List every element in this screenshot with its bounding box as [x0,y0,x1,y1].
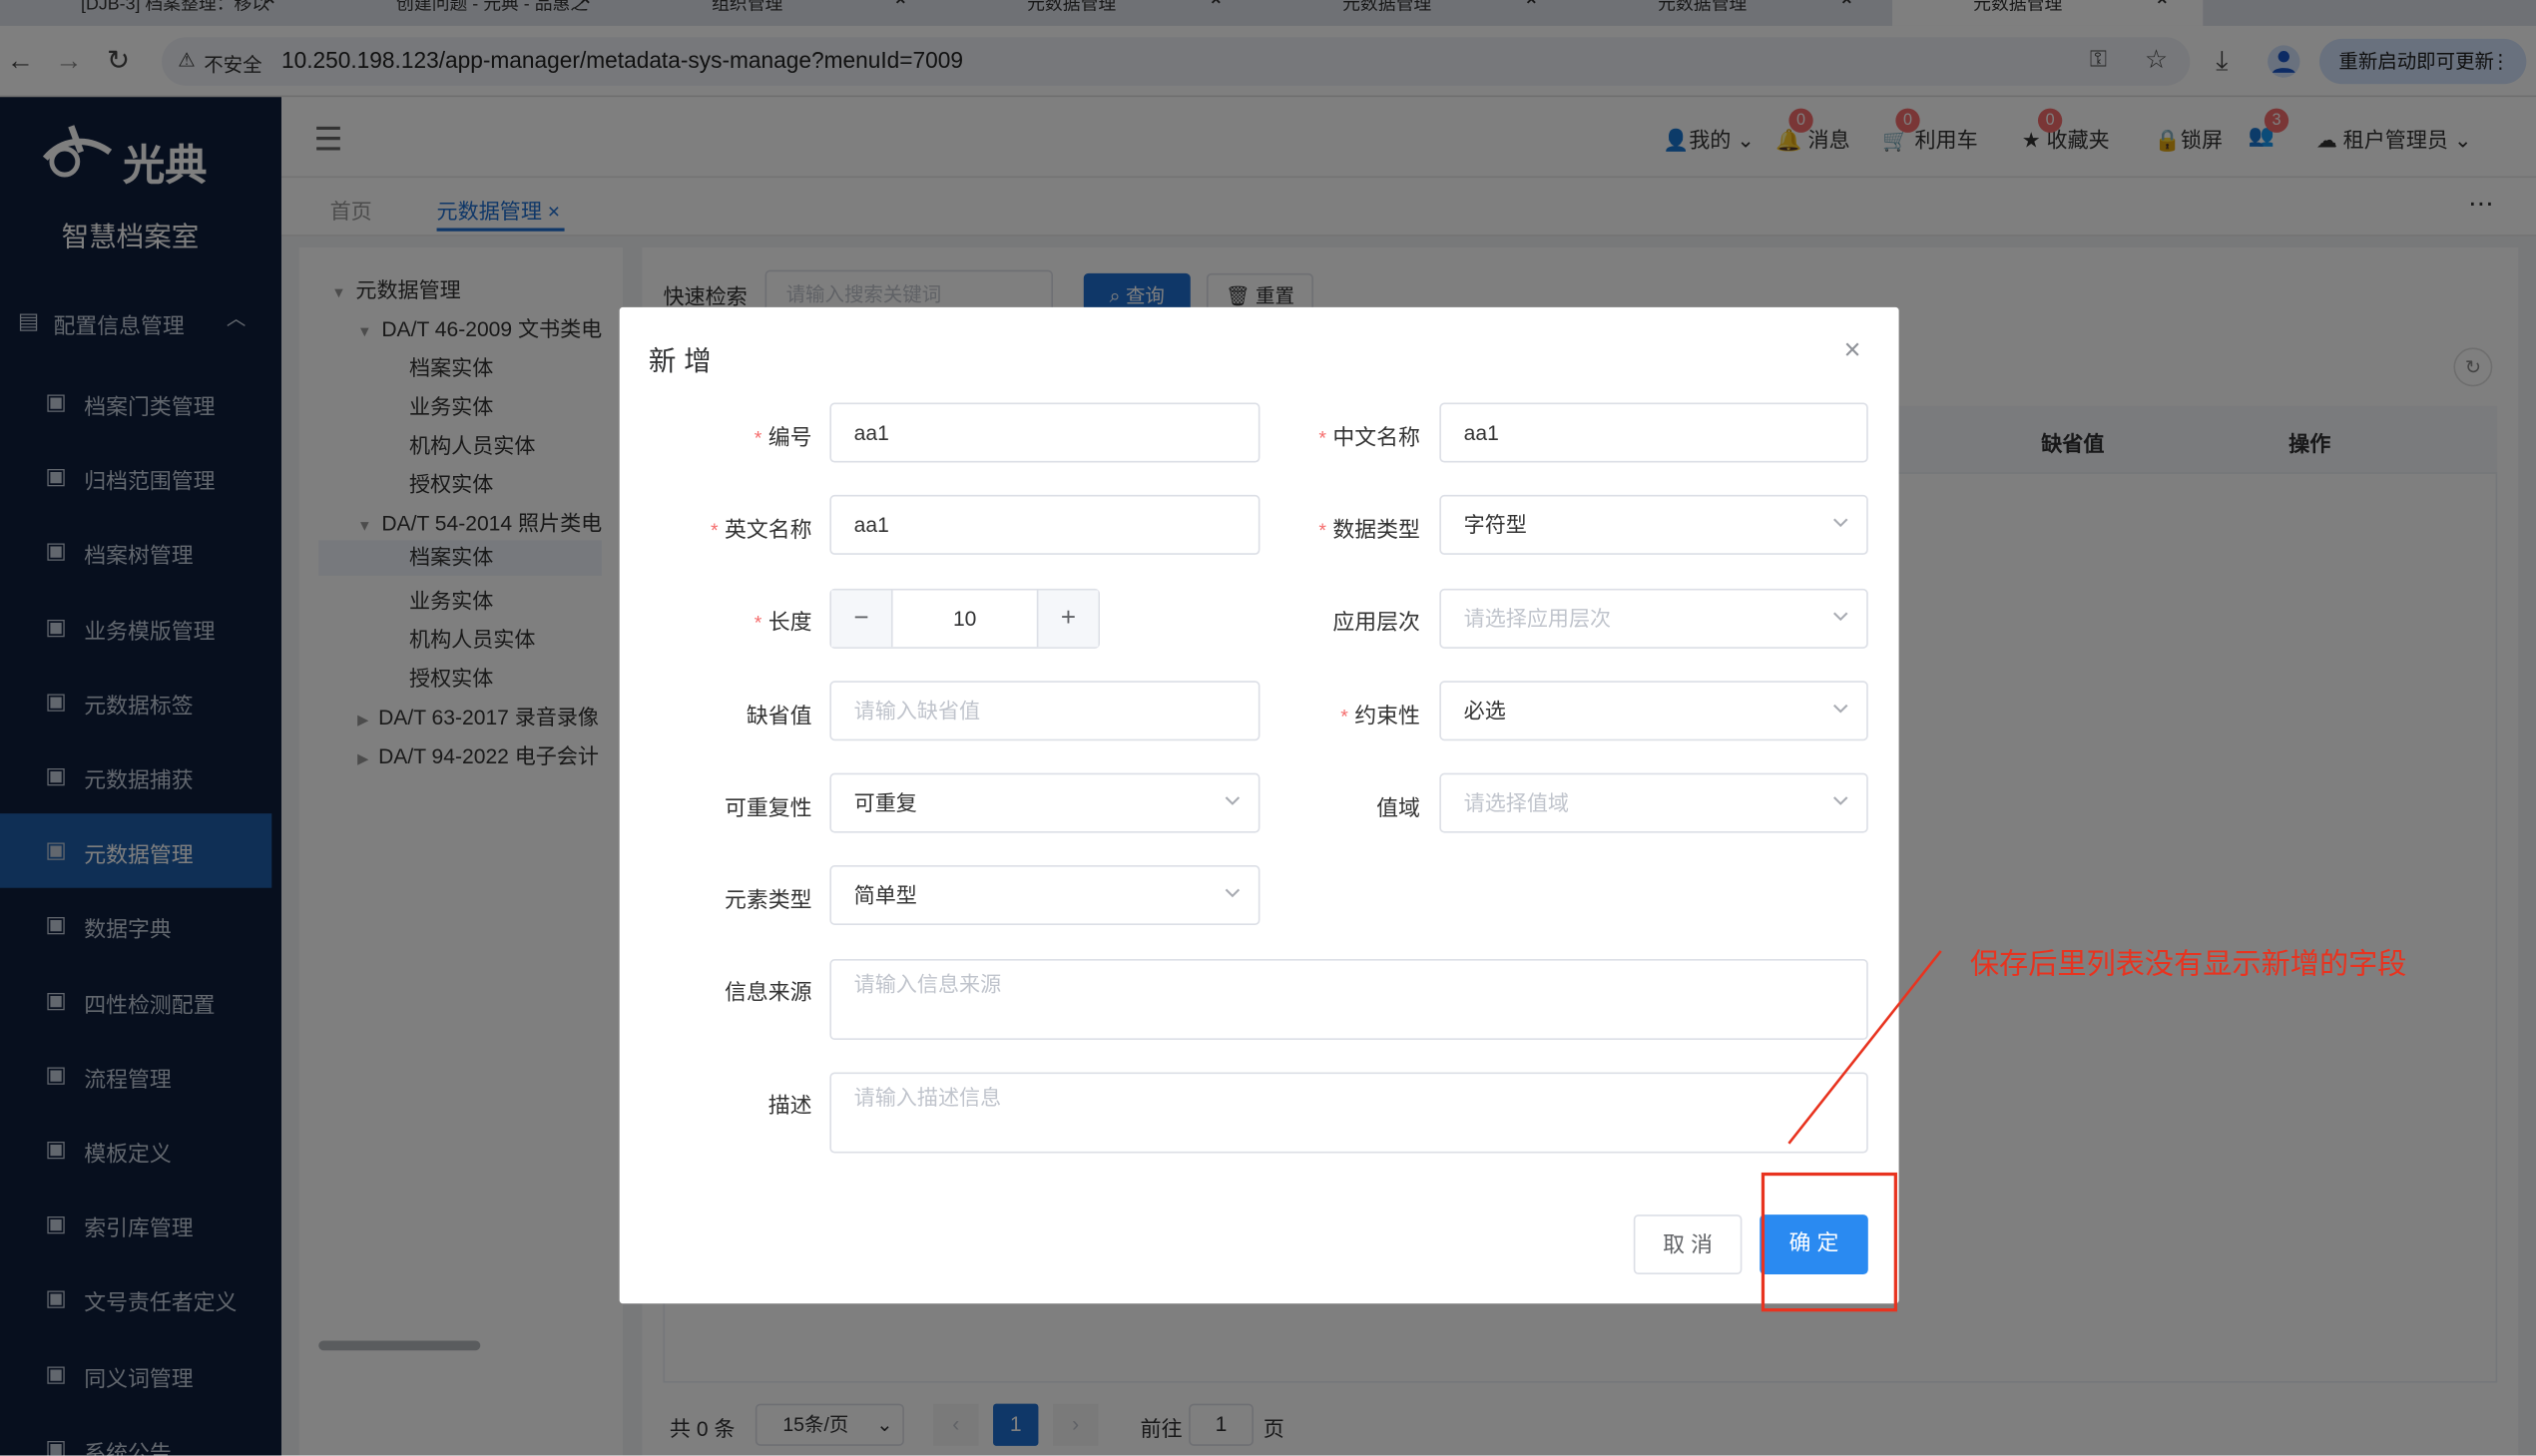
data-type-select[interactable]: 字符型 [1439,494,1868,555]
add-dialog: 新 增 × * 编号 aa1 * 中文名称 aa1 * 英文名称 aa1 * 数据类型 … [619,306,1899,1304]
data-type-label: * 数据类型 [1318,517,1420,542]
constraint-label: * 约束性 [1340,703,1420,728]
default-value-input[interactable]: 请输入缺省值 [829,681,1261,741]
constraint-select[interactable]: 必选 [1439,681,1868,741]
close-icon[interactable]: × [1843,333,1860,367]
decrement-button[interactable]: − [830,590,893,648]
element-type-label: 元素类型 [725,887,812,913]
annotation-text: 保存后里列表没有显示新增的字段 [1969,947,2407,981]
annotation-highlight-box [1761,1172,1897,1312]
chevron-down-icon [1225,888,1241,898]
cancel-button[interactable]: 取 消 [1633,1214,1743,1275]
length-label: * 长度 [754,609,812,635]
increment-button[interactable]: + [1036,590,1099,648]
code-label: * 编号 [754,425,812,450]
chevron-down-icon [1833,704,1848,714]
apply-level-label: 应用层次 [1332,609,1420,635]
en-name-input[interactable]: aa1 [829,494,1261,555]
cn-name-label: * 中文名称 [1318,425,1420,450]
code-input[interactable]: aa1 [829,402,1261,463]
domain-label: 值域 [1376,795,1420,820]
element-type-select[interactable]: 简单型 [829,865,1261,925]
description-textarea[interactable]: 请输入描述信息 [829,1072,1868,1154]
chevron-down-icon [1833,612,1848,622]
description-label: 描述 [767,1093,812,1118]
domain-select[interactable]: 请选择值域 [1439,772,1868,833]
annotation-arrow [1787,950,1942,1145]
repeatable-label: 可重复性 [725,795,812,820]
en-name-label: * 英文名称 [710,517,812,542]
repeatable-select[interactable]: 可重复 [829,772,1261,833]
chevron-down-icon [1833,518,1848,528]
dialog-title: 新 增 [648,345,712,377]
length-value[interactable]: 10 [893,591,1037,648]
length-stepper[interactable]: − 10 + [829,588,1101,649]
default-value-label: 缺省值 [746,703,812,728]
source-textarea[interactable]: 请输入信息来源 [829,959,1868,1041]
chevron-down-icon [1833,796,1848,805]
source-label: 信息来源 [725,980,812,1005]
cn-name-input[interactable]: aa1 [1439,402,1868,463]
apply-level-select[interactable]: 请选择应用层次 [1439,588,1868,649]
chevron-down-icon [1225,796,1241,805]
